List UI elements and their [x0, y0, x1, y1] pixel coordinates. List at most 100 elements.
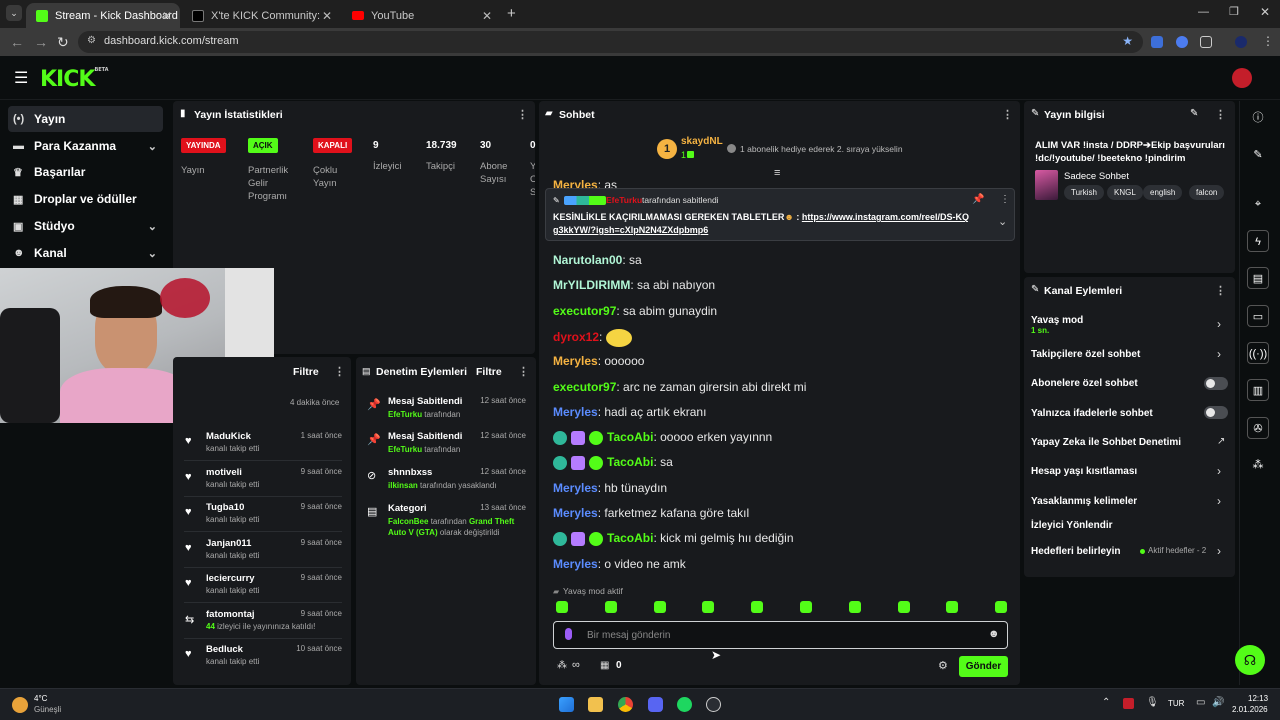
top-gifter[interactable]: 1 skaydNL 1 1 abonelik hediye ederek 2. …	[657, 136, 917, 164]
info-more-icon[interactable]: ⋮	[1215, 108, 1226, 121]
chat-username[interactable]: executor97	[553, 304, 616, 318]
sidebar-item-studyo[interactable]: ▣ Stüdyo ⌄	[8, 213, 163, 239]
emoji-picker-icon[interactable]: ☻	[988, 628, 1000, 640]
activity-more-icon[interactable]: ⋮	[334, 365, 345, 378]
tab-list-chevron-icon[interactable]: ⌄	[6, 5, 22, 21]
kick-logo[interactable]: KICKBETA	[40, 67, 109, 92]
users-icon[interactable]: ⁂	[1247, 454, 1269, 476]
chat-username[interactable]: TacoAbi	[607, 531, 653, 545]
chat-message[interactable]: TacoAbi: sa	[553, 455, 673, 471]
extension-circle-icon[interactable]	[1176, 36, 1188, 48]
reload-icon[interactable]: ↻	[57, 34, 69, 51]
emote-icon[interactable]	[604, 601, 617, 613]
document-icon[interactable]: ▤	[1247, 267, 1269, 289]
wrench-rail-icon[interactable]: ✇	[1247, 417, 1269, 439]
emotes-only-toggle[interactable]	[1204, 406, 1228, 419]
close-window-icon[interactable]: ✕	[1260, 5, 1270, 19]
goals-label[interactable]: Hedefleri belirleyin	[1031, 546, 1120, 557]
new-tab-plus-icon[interactable]: +	[507, 5, 516, 22]
chat-username[interactable]: dyrox12	[553, 330, 599, 344]
tab-x-kick-community[interactable]: X'te KICK Community: "new bo ✕	[182, 3, 340, 28]
activity-user[interactable]: Janjan011	[206, 538, 251, 549]
forward-arrow-icon[interactable]: →	[34, 34, 48, 50]
activity-user[interactable]: Bedluck	[206, 644, 243, 655]
profile-avatar-icon[interactable]	[1235, 36, 1247, 48]
moderation-more-icon[interactable]: ⋮	[518, 365, 529, 378]
chat-more-icon[interactable]: ⋮	[1002, 108, 1013, 121]
mic-icon[interactable]	[565, 628, 572, 640]
followers-only-label[interactable]: Takipçilere özel sohbet	[1031, 349, 1140, 360]
ai-moderation-label[interactable]: Yapay Zeka ile Sohbet Denetimi	[1031, 437, 1181, 448]
activity-user[interactable]: fatomontaj	[206, 609, 255, 620]
emote-icon[interactable]	[946, 601, 959, 613]
activity-row[interactable]: ♥ MaduKick kanalı takip etti 1 saat önce	[180, 431, 350, 465]
pin-action-icon[interactable]: 📌	[972, 194, 984, 205]
activity-row[interactable]: ♥ Bedluck kanalı takip etti 10 saat önce	[180, 644, 350, 678]
focus-icon[interactable]: ⌖	[1247, 193, 1269, 215]
tag-chip[interactable]: Turkish	[1064, 185, 1104, 200]
network-icon[interactable]: ▭	[1196, 697, 1205, 708]
age-restriction-label[interactable]: Hesap yaşı kısıtlaması	[1031, 466, 1137, 477]
chat-message[interactable]: TacoAbi: ooooo erken yayınnn	[553, 430, 772, 445]
chat-username[interactable]: Meryles	[553, 481, 598, 495]
tray-mic-icon[interactable]: 🎙	[1146, 697, 1159, 708]
chevron-right-icon[interactable]: ›	[1217, 347, 1221, 361]
chat-message[interactable]: Narutolan00: sa	[553, 253, 642, 267]
sidebar-item-basarilar[interactable]: ♛ Başarılar	[8, 159, 163, 185]
chat-message[interactable]: MrYILDIRIMM: sa abi nabıyon	[553, 278, 715, 292]
gifts-icon[interactable]: ▦	[600, 660, 609, 671]
back-arrow-icon[interactable]: ←	[10, 34, 24, 50]
extension-wave-icon[interactable]	[1151, 36, 1163, 48]
category-name[interactable]: Sadece Sohbet	[1064, 171, 1129, 182]
activity-row[interactable]: ⇆ fatomontaj 44 izleyici ile yayınınıza ka…	[180, 609, 350, 643]
chat-message[interactable]: Meryles: hb tünaydın	[553, 481, 667, 495]
emote-icon[interactable]	[702, 601, 715, 613]
close-tab-icon[interactable]: ✕	[162, 9, 172, 23]
emote-icon[interactable]	[653, 601, 666, 613]
chat-message[interactable]: executor97: sa abim gunaydin	[553, 304, 717, 318]
sidebar-item-yayin[interactable]: (•) Yayın	[8, 106, 163, 132]
chevron-right-icon[interactable]: ›	[1217, 317, 1221, 331]
user-avatar[interactable]	[1232, 68, 1252, 88]
browser-menu-icon[interactable]: ⋮	[1262, 34, 1274, 48]
clock-date[interactable]: 2.01.2026	[1232, 705, 1268, 714]
redirect-label[interactable]: İzleyici Yönlendir	[1031, 520, 1113, 531]
chat-username[interactable]: Meryles	[553, 557, 598, 571]
tab-kick-dashboard[interactable]: Stream - Kick Dashboard ✕	[26, 3, 180, 28]
activity-user[interactable]: MaduKick	[206, 431, 251, 442]
pinned-more-icon[interactable]: ⋮	[1000, 194, 1010, 205]
activity-filter[interactable]: Filtre	[293, 366, 319, 378]
slow-mode-label[interactable]: Yavaş mod	[1031, 315, 1083, 326]
close-tab-icon[interactable]: ✕	[322, 9, 332, 23]
chat-icon[interactable]: ▭	[1247, 305, 1269, 327]
chat-settings-icon[interactable]: ⚙	[938, 659, 948, 672]
activity-user[interactable]: leciercurry	[206, 573, 255, 584]
activity-row[interactable]: ♥ motiveli kanalı takip etti 9 saat önce	[180, 467, 350, 501]
maximize-icon[interactable]: ❐	[1229, 5, 1239, 18]
chat-message[interactable]: executor97: arc ne zaman girersin abi di…	[553, 380, 806, 394]
chat-username[interactable]: Meryles	[553, 405, 598, 419]
chat-username[interactable]: executor97	[553, 380, 616, 394]
windows-start-icon[interactable]	[559, 697, 574, 712]
external-link-icon[interactable]: ↗	[1217, 436, 1225, 447]
chat-message[interactable]: Meryles: o video ne amk	[553, 557, 686, 571]
tray-app-icon[interactable]	[1123, 698, 1134, 709]
sidebar-item-kanal[interactable]: ☻ Kanal ⌄	[8, 240, 163, 266]
subs-only-toggle[interactable]	[1204, 377, 1228, 390]
obs-icon[interactable]	[706, 697, 721, 712]
edit-icon[interactable]: ✎	[1247, 144, 1269, 166]
emote-icon[interactable]	[556, 601, 568, 613]
extensions-puzzle-icon[interactable]	[1200, 36, 1212, 48]
sidebar-item-droplar[interactable]: ▦ Droplar ve ödüller	[8, 186, 163, 212]
chevron-right-icon[interactable]: ›	[1217, 494, 1221, 508]
emote-icon[interactable]	[897, 601, 910, 613]
chevron-right-icon[interactable]: ›	[1217, 544, 1221, 558]
bookmark-star-icon[interactable]: ★	[1122, 34, 1133, 48]
discord-icon[interactable]	[648, 697, 663, 712]
emote-icon[interactable]	[995, 601, 1008, 613]
site-info-icon[interactable]: ⚙	[87, 35, 96, 46]
chrome-icon[interactable]	[618, 697, 633, 712]
support-headset-icon[interactable]: ☊	[1235, 645, 1265, 675]
info-icon[interactable]: ⓘ	[1247, 107, 1269, 129]
layout-icon[interactable]: ▥	[1247, 379, 1269, 401]
